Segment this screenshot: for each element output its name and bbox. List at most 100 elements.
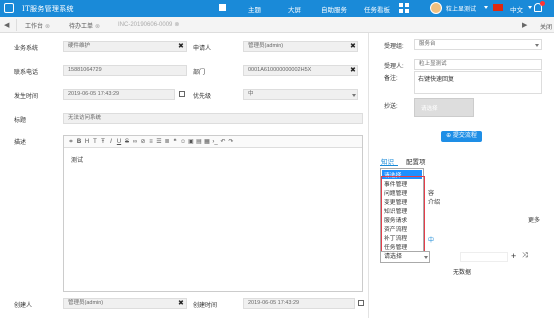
create-time-label: 创建时间 <box>193 303 218 309</box>
remark-label: 备注: <box>384 76 398 82</box>
occur-time-label: 发生时间 <box>14 94 39 100</box>
heading-icon[interactable]: H <box>84 138 90 146</box>
no-data-text: 无数据 <box>453 270 472 276</box>
create-time-field[interactable]: 2019-06-05 17:43:29 <box>243 298 355 309</box>
business-system-label: 业务系统 <box>14 46 39 52</box>
tab-label: 待办工单 <box>69 24 94 30</box>
app-logo-icon <box>4 3 14 13</box>
more-link[interactable]: 更多 <box>528 215 540 224</box>
list-icon[interactable]: ≡ <box>148 138 154 146</box>
shuffle-icon[interactable]: ⤨ <box>522 252 528 260</box>
app-title: IT服务管理系统 <box>22 5 74 13</box>
language-switch[interactable]: 中文 <box>510 4 523 14</box>
table-icon[interactable]: ▦ <box>204 138 210 146</box>
background-text: 介绍 <box>428 200 441 206</box>
chevron-down-icon[interactable] <box>528 6 532 9</box>
nav-item-theme[interactable]: 主题 <box>248 4 261 14</box>
video-icon[interactable]: ▤ <box>196 138 202 146</box>
background-text: 中 <box>428 238 435 244</box>
emoji-icon[interactable]: ☺ <box>180 138 186 146</box>
cc-label: 抄送: <box>384 104 398 110</box>
tab-workbench[interactable]: 工作台 ⊗ <box>25 21 50 30</box>
unlink-icon[interactable]: ⊘ <box>140 138 146 146</box>
font-color-icon[interactable]: Ŧ <box>100 138 106 146</box>
link-icon[interactable]: ∞ <box>132 138 138 146</box>
handler-label: 受理人: <box>384 64 404 70</box>
subject-label: 标题 <box>14 118 27 124</box>
rich-text-editor[interactable]: ⌗ B H T Ŧ I U S ∞ ⊘ ≡ ☰ ≣ ❝ ☺ ▣ ▤ ▦ ›_ ↶ ↷ 测试 <box>63 135 363 292</box>
font-size-icon[interactable]: T <box>92 138 98 146</box>
tab-config-item[interactable]: 配置项 <box>406 156 426 166</box>
quote-icon[interactable]: ❝ <box>172 138 178 146</box>
italic-icon[interactable]: I <box>108 138 114 146</box>
tab-scroll-left-icon[interactable]: ◀ <box>4 21 9 29</box>
clear-icon[interactable]: ✖ <box>350 42 356 50</box>
source-icon[interactable]: ⌗ <box>68 138 74 146</box>
creator-field[interactable]: 管理员(admin) <box>63 298 187 309</box>
close-icon[interactable]: ⊗ <box>95 24 100 30</box>
phone-label: 联系电话 <box>14 70 39 76</box>
tab-scroll-right-icon[interactable]: ▶ <box>522 21 527 29</box>
align-icon[interactable]: ≣ <box>164 138 170 146</box>
department-field[interactable]: 0001A610000000002H5X <box>243 65 358 76</box>
tab-label: INC-20190606-0009 <box>118 22 173 28</box>
user-name[interactable]: 粒上显测试 <box>446 4 476 13</box>
nav-item-big-screen[interactable]: 大屏 <box>288 4 301 14</box>
applicant-field[interactable]: 管理员(admin) <box>243 41 358 52</box>
handler-select[interactable]: 粒上显测试 <box>414 59 542 70</box>
nav-item-task-board[interactable]: 任务看板 <box>364 4 390 14</box>
department-label: 部门 <box>193 70 206 76</box>
close-icon[interactable]: ⊗ <box>174 22 179 28</box>
redo-icon[interactable]: ↷ <box>228 138 234 146</box>
chevron-down-icon[interactable] <box>352 94 356 97</box>
cc-placeholder: 请选择 <box>421 106 438 112</box>
remark-textarea[interactable]: 右键快速回复 <box>414 71 542 94</box>
calendar-icon[interactable] <box>358 300 364 306</box>
clear-icon[interactable]: ✖ <box>178 42 184 50</box>
chevron-down-icon[interactable] <box>484 6 488 9</box>
submit-process-button[interactable]: ⊕ 提交流程 <box>441 131 482 142</box>
applicant-label: 申请人 <box>193 46 212 52</box>
code-icon[interactable]: ›_ <box>212 138 218 146</box>
china-flag-icon[interactable] <box>493 4 503 11</box>
apps-grid-icon[interactable] <box>399 3 409 13</box>
editor-toolbar: ⌗ B H T Ŧ I U S ∞ ⊘ ≡ ☰ ≣ ❝ ☺ ▣ ▤ ▦ ›_ ↶ ↷ <box>64 136 362 148</box>
menu-square-icon[interactable] <box>219 4 226 11</box>
phone-field[interactable]: 15881064729 <box>63 65 187 76</box>
ordered-list-icon[interactable]: ☰ <box>156 138 162 146</box>
add-icon[interactable]: + <box>511 251 516 261</box>
underline-icon[interactable]: U <box>116 138 122 146</box>
priority-label: 优先级 <box>193 94 212 100</box>
clear-icon[interactable]: ✖ <box>178 299 184 307</box>
notification-badge <box>540 1 545 6</box>
undo-icon[interactable]: ↶ <box>220 138 226 146</box>
creator-label: 创建人 <box>14 303 33 309</box>
tab-bar: ◀ 工作台 ⊗ 待办工单 ⊗ INC-20190606-0009 ⊗ ▶ 关闭 <box>0 17 554 33</box>
nav-item-self-service[interactable]: 自助服务 <box>321 4 347 14</box>
bold-icon[interactable]: B <box>76 138 82 146</box>
editor-content[interactable]: 测试 <box>71 155 83 164</box>
occur-time-field[interactable]: 2019-06-05 17:43:29 <box>63 89 175 100</box>
group-label: 受理组: <box>384 44 404 50</box>
search-input[interactable] <box>460 252 508 262</box>
chevron-down-icon[interactable] <box>535 44 539 47</box>
image-icon[interactable]: ▣ <box>188 138 194 146</box>
module-select[interactable]: 请选择 <box>380 251 430 263</box>
background-text: 容 <box>428 191 435 197</box>
tab-todo-orders[interactable]: 待办工单 ⊗ <box>69 21 100 30</box>
avatar[interactable] <box>430 2 442 14</box>
strikethrough-icon[interactable]: S <box>124 138 130 146</box>
chevron-down-icon[interactable] <box>424 256 428 259</box>
group-select[interactable]: 服务台 <box>414 39 542 50</box>
calendar-icon[interactable] <box>179 91 185 97</box>
business-system-field[interactable]: 硬件维护 <box>63 41 187 52</box>
close-icon[interactable]: ⊗ <box>45 24 50 30</box>
close-tabs-button[interactable]: 关闭 <box>540 22 552 31</box>
subject-field[interactable]: 无法访问系统 <box>63 113 363 124</box>
submit-label: 提交流程 <box>452 133 477 139</box>
tab-incident[interactable]: INC-20190606-0009 ⊗ <box>118 21 179 28</box>
clear-icon[interactable]: ✖ <box>350 66 356 74</box>
priority-select[interactable]: 中 <box>243 89 358 100</box>
description-label: 描述 <box>14 140 27 146</box>
highlight-annotation <box>381 176 425 252</box>
